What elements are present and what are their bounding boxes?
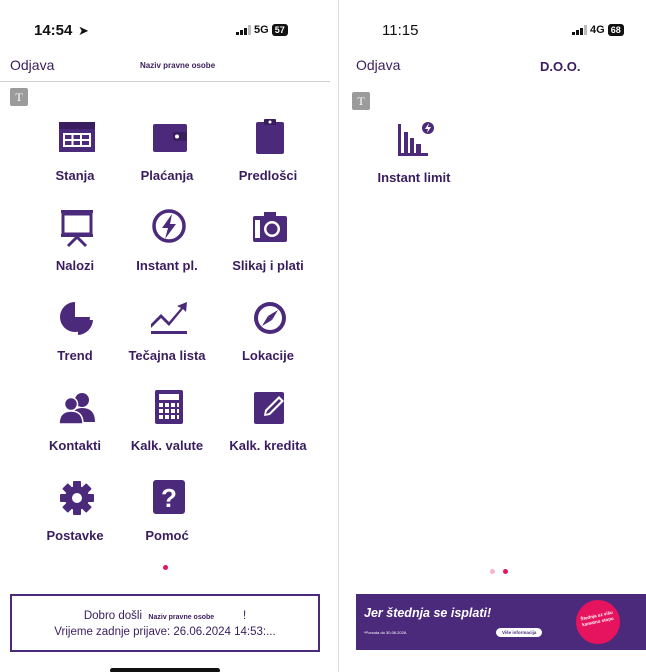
tile-label: Tečajna lista xyxy=(128,348,206,363)
clipboard-icon xyxy=(256,119,284,154)
status-bar: 14:54 ➤ 5G 57 xyxy=(0,22,330,42)
tile-tecajna-lista[interactable]: Tečajna lista xyxy=(117,290,217,380)
tile-label: Kontakti xyxy=(49,438,101,453)
tile-placanja[interactable]: Plaćanja xyxy=(117,110,217,200)
screen-divider xyxy=(338,0,346,672)
tile-label: Trend xyxy=(57,348,93,363)
tile-kontakti[interactable]: Kontakti xyxy=(25,380,125,470)
tile-label: Plaćanja xyxy=(140,168,194,183)
home-indicator[interactable] xyxy=(110,668,220,672)
page-dot-active[interactable] xyxy=(163,565,168,570)
banner-fineprint: *Ponuda do 30.06.2026. xyxy=(364,630,408,635)
entity-name: Naziv pravne osobe xyxy=(140,61,216,70)
calendar-icon xyxy=(59,122,95,152)
edit-icon xyxy=(254,392,284,424)
tile-kalk-kredita[interactable]: Kalk. kredita xyxy=(218,380,318,470)
tile-stanja[interactable]: Stanja xyxy=(25,110,125,200)
welcome-entity: Naziv pravne osobe xyxy=(148,614,215,621)
lightning-icon xyxy=(152,209,186,243)
page-indicator[interactable] xyxy=(490,569,508,574)
logout-link[interactable]: Odjava xyxy=(10,57,54,73)
tile-instant-placanje[interactable]: Instant pl. xyxy=(117,200,217,290)
tile-label: Kalk. kredita xyxy=(229,438,307,453)
network-type: 4G xyxy=(590,24,605,36)
gear-icon xyxy=(60,481,94,515)
tile-slikaj-i-plati[interactable]: Slikaj i plati xyxy=(218,200,318,290)
left-screen: 14:54 ➤ 5G 57 Odjava Naziv pravne osobe … xyxy=(0,0,330,672)
banner-badge: Štednja uz višu kamatnu stopu xyxy=(571,595,625,649)
tile-label: Instant limit xyxy=(377,170,451,185)
tile-label: Nalozi xyxy=(55,258,95,273)
welcome-box: Dobro došli Naziv pravne osobe ! Vrijeme… xyxy=(10,594,320,652)
status-time: 11:15 xyxy=(382,22,419,39)
tile-label: Pomoć xyxy=(145,528,189,543)
welcome-line: Dobro došli Naziv pravne osobe ! xyxy=(12,609,318,625)
status-bar: 11:15 4G 68 xyxy=(346,22,646,42)
status-time: 14:54 xyxy=(34,22,73,39)
last-login: Vrijeme zadnje prijave: 26.06.2024 14:53… xyxy=(54,626,276,638)
calculator-icon xyxy=(155,390,183,424)
signal-icon xyxy=(236,25,251,35)
network-status: 4G 68 xyxy=(572,24,624,36)
location-arrow-icon: ➤ xyxy=(78,23,89,38)
tile-label: Stanja xyxy=(55,168,95,183)
top-bar: Odjava Naziv pravne osobe xyxy=(0,52,330,82)
tile-label: Instant pl. xyxy=(136,258,198,273)
welcome-exclaim: ! xyxy=(242,610,247,622)
banner-headline: Jer štednja se isplati! xyxy=(364,606,492,620)
wallet-icon xyxy=(153,124,187,152)
text-size-icon[interactable]: T xyxy=(352,92,370,110)
tile-nalozi[interactable]: Nalozi xyxy=(25,200,125,290)
page-indicator[interactable] xyxy=(163,565,168,570)
tile-label: Predlošci xyxy=(238,168,298,183)
tile-kalk-valute[interactable]: Kalk. valute xyxy=(117,380,217,470)
battery-icon: 57 xyxy=(271,24,288,36)
tile-lokacije[interactable]: Lokacije xyxy=(218,290,318,380)
signal-icon xyxy=(572,25,587,35)
help-icon: ? xyxy=(153,480,185,514)
tile-label: Kalk. valute xyxy=(130,438,204,453)
network-type: 5G xyxy=(254,24,269,36)
bar-chart-lightning-icon xyxy=(398,122,434,156)
page-dot[interactable] xyxy=(490,569,495,574)
presentation-icon xyxy=(61,210,93,248)
trend-chart-icon xyxy=(151,302,187,334)
network-status: 5G 57 xyxy=(236,24,288,36)
tile-label: Lokacije xyxy=(241,348,295,363)
page-dot-active[interactable] xyxy=(503,569,508,574)
tile-label: Slikaj i plati xyxy=(232,258,304,273)
banner-more-info-button[interactable]: Više informacija xyxy=(496,628,543,637)
tile-instant-limit[interactable]: Instant limit xyxy=(364,112,464,202)
battery-icon: 68 xyxy=(607,24,624,36)
logout-link[interactable]: Odjava xyxy=(356,57,400,73)
tile-label: Postavke xyxy=(46,528,104,543)
entity-name: D.O.O. xyxy=(540,59,581,74)
contacts-icon xyxy=(59,393,95,425)
svg-text:?: ? xyxy=(161,483,177,513)
compass-icon xyxy=(254,302,286,334)
welcome-greeting: Dobro došli xyxy=(83,610,143,622)
tile-trend[interactable]: Trend xyxy=(25,290,125,380)
pie-chart-icon xyxy=(60,302,93,335)
tile-postavke[interactable]: Postavke xyxy=(25,470,125,560)
right-screen: 11:15 4G 68 Odjava D.O.O. T Instant limi… xyxy=(346,0,646,672)
top-bar: Odjava D.O.O. xyxy=(346,52,646,82)
camera-icon xyxy=(253,212,287,242)
tile-predlosci[interactable]: Predlošci xyxy=(218,110,318,200)
tile-pomoc[interactable]: ? Pomoć xyxy=(117,470,217,560)
text-size-icon[interactable]: T xyxy=(10,88,28,106)
promo-banner[interactable]: Jer štednja se isplati! *Ponuda do 30.06… xyxy=(356,594,646,650)
